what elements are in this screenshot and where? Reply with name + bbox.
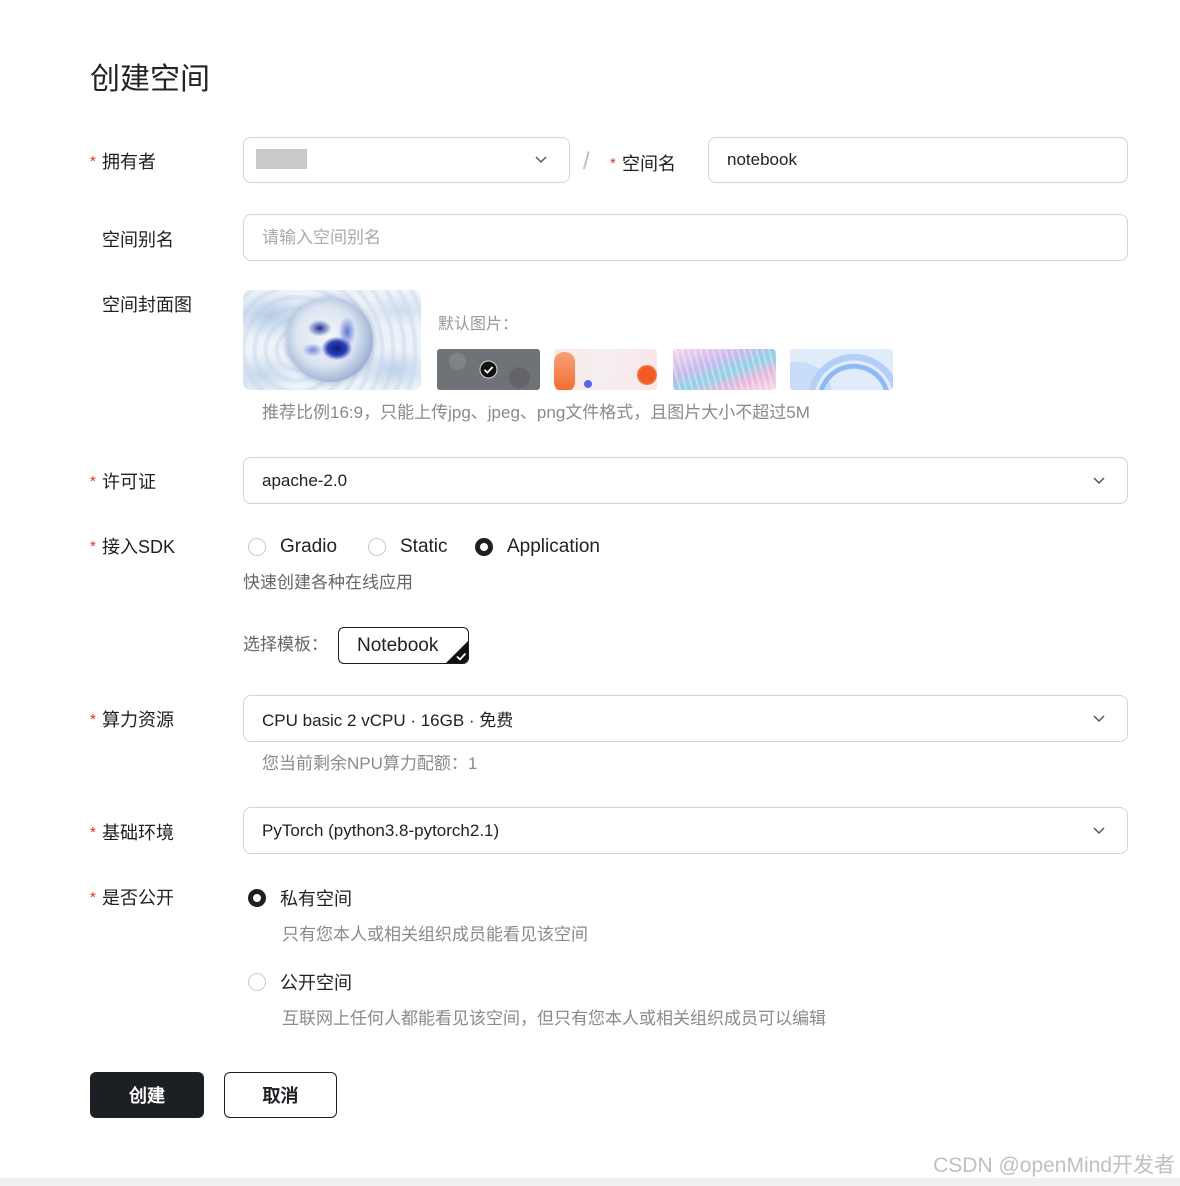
default-cover-thumbnail[interactable] [790,349,893,390]
radio-label: 公开空间 [280,973,352,993]
space-name-field[interactable] [708,137,1128,183]
cover-label: 空间封面图 [102,295,192,315]
alias-input[interactable] [262,215,1127,260]
env-label-text: 基础环境 [102,823,174,843]
public-description: 互联网上任何人都能看见该空间，但只有您本人或相关组织成员可以编辑 [282,1009,826,1028]
required-mark: * [610,155,616,172]
radio-button[interactable] [248,973,266,991]
npu-quota-text: 您当前剩余NPU算力配额：1 [262,754,478,773]
cancel-button[interactable]: 取消 [224,1072,337,1118]
compute-label-text: 算力资源 [102,710,174,730]
template-name: Notebook [357,634,439,656]
space-name-label: * 空间名 [610,152,676,176]
required-mark: * [90,889,96,906]
required-mark: * [90,473,96,490]
cover-preview-image[interactable] [243,290,421,390]
cover-sphere-graphic [287,298,373,382]
check-corner-icon [446,641,468,663]
chevron-down-icon[interactable] [1093,476,1105,485]
chevron-down-icon[interactable] [1093,714,1105,723]
sdk-description: 快速创建各种在线应用 [243,573,413,592]
sdk-option-static[interactable]: Static [368,535,448,559]
space-name-label-text: 空间名 [622,154,676,174]
radio-button[interactable] [475,538,493,556]
required-mark: * [90,711,96,728]
radio-label: Static [400,536,448,557]
required-mark: * [90,153,96,170]
env-value: PyTorch (python3.8-pytorch2.1) [262,820,500,840]
compute-label: * 算力资源 [90,708,174,732]
visibility-option-public[interactable]: 公开空间 [248,970,352,994]
chevron-down-icon[interactable] [535,156,547,164]
alias-field[interactable] [243,214,1128,261]
orange-shape [554,352,575,390]
owner-label-text: 拥有者 [102,152,156,172]
chevron-down-icon[interactable] [1093,826,1105,835]
template-label: 选择模板： [243,635,328,654]
license-value: apache-2.0 [262,470,348,490]
cover-upload-hint: 推荐比例16:9，只能上传jpg、jpeg、png文件格式，且图片大小不超过5M [262,403,810,422]
default-cover-label: 默认图片： [438,316,519,333]
env-label: * 基础环境 [90,821,174,845]
required-mark: * [90,824,96,841]
default-cover-thumbnail[interactable] [554,349,657,390]
page-title: 创建空间 [90,63,210,96]
sdk-label: * 接入SDK [90,535,175,559]
sdk-label-text: 接入SDK [102,537,176,557]
visibility-label: * 是否公开 [90,886,174,910]
alias-label: 空间别名 [102,230,174,250]
template-notebook-button[interactable]: Notebook [338,627,469,664]
owner-space-separator: / [583,148,590,175]
radio-label: Gradio [280,536,338,557]
compute-select[interactable]: CPU basic 2 vCPU · 16GB · 免费 [243,695,1128,742]
license-label-text: 许可证 [102,472,156,492]
owner-select[interactable] [243,137,570,183]
owner-value-redacted [256,149,307,169]
default-cover-thumbnail[interactable] [673,349,776,390]
env-select[interactable]: PyTorch (python3.8-pytorch2.1) [243,807,1128,854]
radio-button[interactable] [368,538,386,556]
license-select[interactable]: apache-2.0 [243,457,1128,504]
space-name-input[interactable] [727,138,1127,182]
radio-label: Application [507,536,600,557]
required-mark: * [90,538,96,555]
radio-label: 私有空间 [280,889,352,909]
blue-dot [584,380,592,388]
radio-button[interactable] [248,538,266,556]
bottom-divider [0,1178,1180,1186]
selected-check-icon [479,360,498,379]
radio-button[interactable] [248,889,266,907]
sdk-option-gradio[interactable]: Gradio [248,535,337,559]
compute-value: CPU basic 2 vCPU · 16GB · 免费 [262,711,514,730]
orange-dot [637,365,657,385]
private-description: 只有您本人或相关组织成员能看见该空间 [282,925,588,944]
visibility-label-text: 是否公开 [102,888,174,908]
default-cover-thumbnail[interactable] [437,349,540,390]
license-label: * 许可证 [90,470,156,494]
sdk-option-application[interactable]: Application [475,535,600,559]
visibility-option-private[interactable]: 私有空间 [248,886,352,910]
create-button[interactable]: 创建 [90,1072,204,1118]
watermark: CSDN @openMind开发者 [933,1154,1175,1177]
owner-label: * 拥有者 [90,150,156,174]
